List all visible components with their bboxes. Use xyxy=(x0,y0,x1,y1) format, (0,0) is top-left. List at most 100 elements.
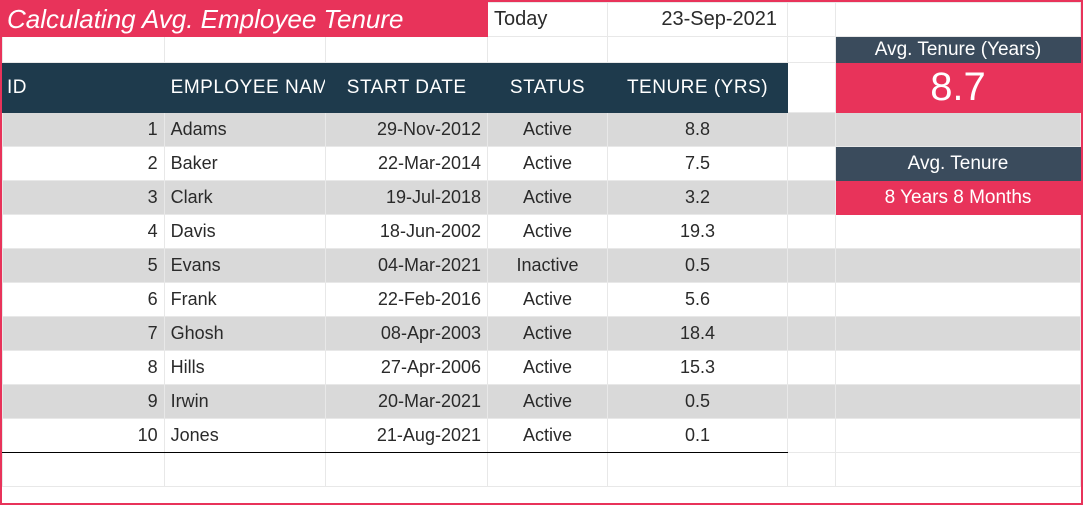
cell-status[interactable]: Active xyxy=(488,181,608,215)
cell-tenure[interactable]: 5.6 xyxy=(608,283,788,317)
cell[interactable] xyxy=(326,453,488,487)
cell[interactable] xyxy=(836,249,1081,283)
cell-tenure[interactable]: 3.2 xyxy=(608,181,788,215)
cell[interactable] xyxy=(836,113,1081,147)
cell[interactable] xyxy=(836,385,1081,419)
cell-name[interactable]: Adams xyxy=(164,113,326,147)
today-label: Today xyxy=(488,3,608,37)
cell-id[interactable]: 6 xyxy=(3,283,165,317)
cell[interactable] xyxy=(608,37,788,63)
cell-tenure[interactable]: 19.3 xyxy=(608,215,788,249)
cell-name[interactable]: Hills xyxy=(164,351,326,385)
cell-start[interactable]: 08-Apr-2003 xyxy=(326,317,488,351)
cell[interactable] xyxy=(164,37,326,63)
cell[interactable] xyxy=(788,215,836,249)
cell-status[interactable]: Active xyxy=(488,317,608,351)
cell[interactable] xyxy=(788,317,836,351)
cell[interactable] xyxy=(788,3,836,37)
cell-start[interactable]: 18-Jun-2002 xyxy=(326,215,488,249)
cell-name[interactable]: Ghosh xyxy=(164,317,326,351)
cell[interactable] xyxy=(788,249,836,283)
col-header-name: EMPLOYEE NAME xyxy=(164,63,326,113)
cell-status[interactable]: Active xyxy=(488,419,608,453)
cell[interactable] xyxy=(788,453,836,487)
col-header-start: START DATE xyxy=(326,63,488,113)
cell-id[interactable]: 9 xyxy=(3,385,165,419)
cell-id[interactable]: 8 xyxy=(3,351,165,385)
cell-status[interactable]: Active xyxy=(488,351,608,385)
cell-status[interactable]: Inactive xyxy=(488,249,608,283)
cell-name[interactable]: Baker xyxy=(164,147,326,181)
cell-start[interactable]: 19-Jul-2018 xyxy=(326,181,488,215)
cell[interactable] xyxy=(836,317,1081,351)
cell-tenure[interactable]: 0.5 xyxy=(608,249,788,283)
cell[interactable] xyxy=(488,453,608,487)
cell-start[interactable]: 29-Nov-2012 xyxy=(326,113,488,147)
cell-start[interactable]: 27-Apr-2006 xyxy=(326,351,488,385)
cell-id[interactable]: 2 xyxy=(3,147,165,181)
table-row[interactable]: 1 Adams 29-Nov-2012 Active 8.8 xyxy=(3,113,1081,147)
table-row[interactable]: 5 Evans 04-Mar-2021 Inactive 0.5 xyxy=(3,249,1081,283)
cell-name[interactable]: Evans xyxy=(164,249,326,283)
cell[interactable] xyxy=(788,283,836,317)
cell[interactable] xyxy=(3,453,165,487)
table-row[interactable]: 2 Baker 22-Mar-2014 Active 7.5 Avg. Tenu… xyxy=(3,147,1081,181)
cell-status[interactable]: Active xyxy=(488,385,608,419)
cell-tenure[interactable]: 0.5 xyxy=(608,385,788,419)
table-row[interactable]: 8 Hills 27-Apr-2006 Active 15.3 xyxy=(3,351,1081,385)
cell-start[interactable]: 22-Feb-2016 xyxy=(326,283,488,317)
cell-start[interactable]: 20-Mar-2021 xyxy=(326,385,488,419)
today-value: 23-Sep-2021 xyxy=(608,3,788,37)
cell[interactable] xyxy=(836,453,1081,487)
cell-start[interactable]: 22-Mar-2014 xyxy=(326,147,488,181)
cell[interactable] xyxy=(3,37,165,63)
cell-name[interactable]: Frank xyxy=(164,283,326,317)
cell[interactable] xyxy=(788,113,836,147)
cell-status[interactable]: Active xyxy=(488,283,608,317)
cell[interactable] xyxy=(836,351,1081,385)
cell-id[interactable]: 5 xyxy=(3,249,165,283)
cell-tenure[interactable]: 18.4 xyxy=(608,317,788,351)
table-row[interactable]: 6 Frank 22-Feb-2016 Active 5.6 xyxy=(3,283,1081,317)
table-row[interactable]: 9 Irwin 20-Mar-2021 Active 0.5 xyxy=(3,385,1081,419)
col-header-status: STATUS xyxy=(488,63,608,113)
cell[interactable] xyxy=(836,215,1081,249)
cell[interactable] xyxy=(488,37,608,63)
col-header-tenure: TENURE (YRS) xyxy=(608,63,788,113)
cell-tenure[interactable]: 15.3 xyxy=(608,351,788,385)
cell-id[interactable]: 7 xyxy=(3,317,165,351)
cell-id[interactable]: 4 xyxy=(3,215,165,249)
table-row[interactable]: 7 Ghosh 08-Apr-2003 Active 18.4 xyxy=(3,317,1081,351)
cell-start[interactable]: 21-Aug-2021 xyxy=(326,419,488,453)
cell-name[interactable]: Irwin xyxy=(164,385,326,419)
cell-name[interactable]: Clark xyxy=(164,181,326,215)
cell-tenure[interactable]: 8.8 xyxy=(608,113,788,147)
table-row[interactable]: 10 Jones 21-Aug-2021 Active 0.1 xyxy=(3,419,1081,453)
cell[interactable] xyxy=(788,63,836,113)
cell-name[interactable]: Jones xyxy=(164,419,326,453)
cell[interactable] xyxy=(788,181,836,215)
cell[interactable] xyxy=(326,37,488,63)
cell-id[interactable]: 1 xyxy=(3,113,165,147)
cell[interactable] xyxy=(164,453,326,487)
table-row[interactable]: 4 Davis 18-Jun-2002 Active 19.3 xyxy=(3,215,1081,249)
cell-name[interactable]: Davis xyxy=(164,215,326,249)
cell-id[interactable]: 10 xyxy=(3,419,165,453)
cell[interactable] xyxy=(608,453,788,487)
cell[interactable] xyxy=(788,37,836,63)
cell-status[interactable]: Active xyxy=(488,113,608,147)
cell-tenure[interactable]: 7.5 xyxy=(608,147,788,181)
cell-status[interactable]: Active xyxy=(488,215,608,249)
table-row[interactable]: 3 Clark 19-Jul-2018 Active 3.2 8 Years 8… xyxy=(3,181,1081,215)
cell[interactable] xyxy=(836,419,1081,453)
cell[interactable] xyxy=(788,419,836,453)
cell[interactable] xyxy=(788,351,836,385)
cell[interactable] xyxy=(788,147,836,181)
cell-start[interactable]: 04-Mar-2021 xyxy=(326,249,488,283)
cell-id[interactable]: 3 xyxy=(3,181,165,215)
cell-tenure[interactable]: 0.1 xyxy=(608,419,788,453)
cell[interactable] xyxy=(836,283,1081,317)
cell-status[interactable]: Active xyxy=(488,147,608,181)
cell[interactable] xyxy=(788,385,836,419)
cell[interactable] xyxy=(836,3,1081,37)
